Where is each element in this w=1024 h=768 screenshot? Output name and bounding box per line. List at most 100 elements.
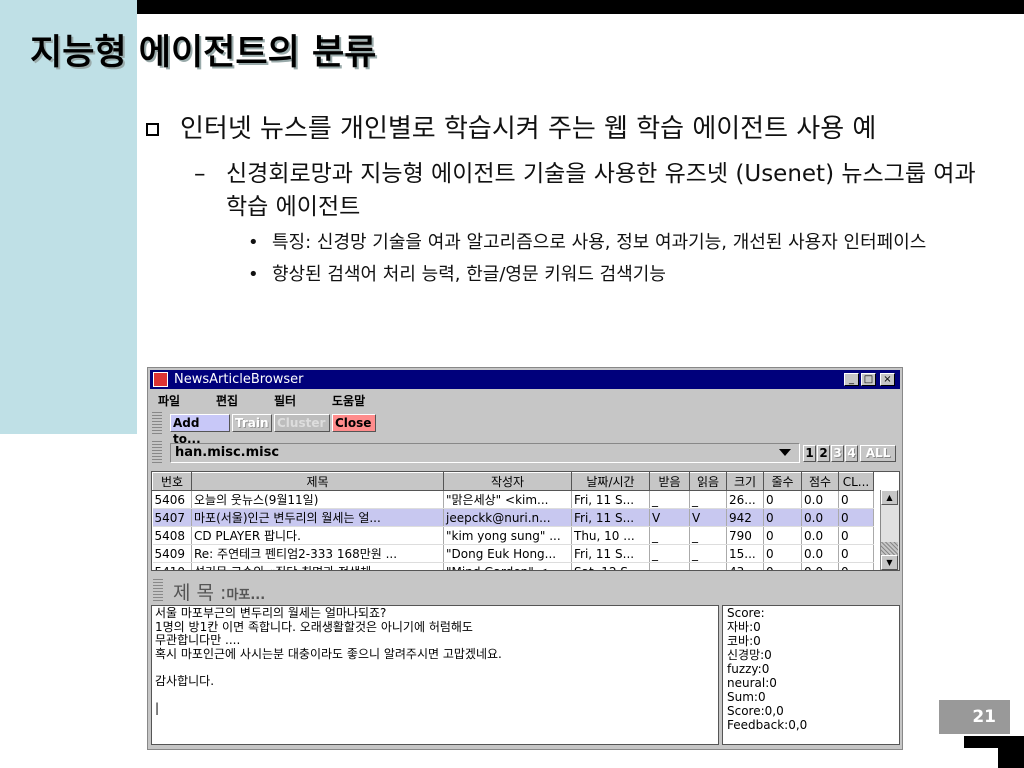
score-line: fuzzy:0 bbox=[727, 662, 770, 676]
table-cell: "Dong Euk Hong... bbox=[443, 544, 572, 563]
table-cell bbox=[649, 562, 690, 570]
article-body-line bbox=[155, 688, 715, 702]
menu-filter[interactable]: 필터 bbox=[274, 392, 296, 409]
column-header[interactable]: CL... bbox=[838, 472, 874, 491]
subject-label: 제 목 : bbox=[173, 582, 227, 604]
table-cell: 26... bbox=[726, 490, 764, 509]
table-cell: 43... bbox=[726, 562, 764, 570]
close-button[interactable]: Close bbox=[332, 414, 376, 432]
table-cell: 942 bbox=[726, 508, 764, 527]
cluster-button[interactable]: Cluster bbox=[274, 414, 330, 432]
article-body-textarea[interactable]: 서울 마포부근의 변두리의 월세는 얼마나되죠? 1명의 방1칸 이면 족합니다.… bbox=[151, 605, 719, 745]
scroll-up-icon[interactable]: ▲ bbox=[881, 490, 898, 505]
table-cell: 0 bbox=[838, 562, 874, 570]
column-header[interactable]: 줄수 bbox=[763, 472, 802, 491]
table-cell: 0.0 bbox=[801, 526, 839, 545]
table-cell: 0 bbox=[838, 508, 874, 527]
table-cell: 0 bbox=[838, 544, 874, 563]
column-header[interactable]: 제목 bbox=[191, 472, 444, 491]
scroll-down-icon[interactable]: ▼ bbox=[881, 555, 898, 570]
close-window-button[interactable]: × bbox=[880, 373, 895, 386]
window-title: NewsArticleBrowser bbox=[174, 372, 304, 387]
table-cell: _ bbox=[649, 490, 690, 509]
subject-value: 마포... bbox=[226, 588, 266, 603]
bullet-level3-text: 향상된 검색어 처리 능력, 한글/영문 키워드 검색기능 bbox=[272, 264, 666, 285]
page-button-1[interactable]: 1 bbox=[803, 445, 816, 462]
table-cell: 5409 bbox=[152, 544, 192, 563]
news-article-browser-window: NewsArticleBrowser _ □ × 파일 편집 필터 도움말 Ad… bbox=[147, 367, 903, 750]
bullet-level2-text: 신경회로망과 지능형 에이전트 기술을 사용한 유즈넷 (Usenet) 뉴스그… bbox=[226, 161, 976, 220]
newsgroup-select[interactable]: han.misc.misc bbox=[170, 443, 800, 463]
dropdown-arrow-icon[interactable] bbox=[779, 449, 791, 456]
menu-edit[interactable]: 편집 bbox=[216, 392, 238, 409]
dot-bullet-icon: • bbox=[248, 232, 259, 253]
table-cell: _ bbox=[689, 544, 727, 563]
table-cell bbox=[689, 562, 727, 570]
slide-top-bar bbox=[35, 0, 1024, 14]
column-header[interactable]: 날짜/시간 bbox=[571, 472, 650, 491]
table-cell: _ bbox=[689, 526, 727, 545]
page-button-3[interactable]: 3 bbox=[831, 445, 844, 462]
table-cell: _ bbox=[689, 490, 727, 509]
table-cell: 마포(서울)인근 변두리의 월세는 얼... bbox=[191, 508, 444, 527]
table-cell: V bbox=[649, 508, 690, 527]
dot-bullet-icon: • bbox=[248, 264, 259, 285]
bullet-level2: – 신경회로망과 지능형 에이전트 기술을 사용한 유즈넷 (Usenet) 뉴… bbox=[142, 158, 992, 224]
article-body-line: 1명의 방1칸 이면 족합니다. 오래생활할것은 아니기에 허럼해도 bbox=[155, 619, 473, 634]
table-row[interactable]: 5408 CD PLAYER 팝니다. "kim yong sung" ... Thu… bbox=[152, 526, 874, 545]
bullet-level1-text: 인터넷 뉴스를 개인별로 학습시켜 주는 웹 학습 에이전트 사용 예 bbox=[180, 114, 877, 144]
table-cell: jeepckk@nuri.n... bbox=[443, 508, 572, 527]
table-row[interactable]: 5406 오늘의 웃뉴스(9월11일) "맑은세상" <kim... Fri, 11 … bbox=[152, 490, 874, 509]
minimize-button[interactable]: _ bbox=[844, 373, 859, 386]
subject-field: 제 목 :마포... bbox=[173, 578, 265, 605]
slide-bullets: 인터넷 뉴스를 개인별로 학습시켜 주는 웹 학습 에이전트 사용 예 – 신경… bbox=[142, 110, 992, 288]
table-cell: "Mind Garden" <... bbox=[443, 562, 572, 570]
menu-help[interactable]: 도움말 bbox=[332, 392, 365, 409]
table-cell: "kim yong sung" ... bbox=[443, 526, 572, 545]
article-body-line bbox=[155, 661, 715, 675]
score-line: 자바:0 bbox=[727, 620, 761, 634]
table-cell: V bbox=[689, 508, 727, 527]
column-header[interactable]: 번호 bbox=[152, 472, 192, 491]
menu-bar: 파일 편집 필터 도움말 bbox=[150, 390, 900, 408]
toolbar-grip[interactable] bbox=[152, 412, 162, 434]
train-button[interactable]: Train bbox=[232, 414, 272, 432]
window-titlebar[interactable]: NewsArticleBrowser _ □ × bbox=[150, 370, 900, 389]
score-line: 신경망:0 bbox=[727, 648, 772, 662]
menu-file[interactable]: 파일 bbox=[158, 392, 180, 409]
bullet-level3-text: 특징: 신경망 기술을 여과 알고리즘으로 사용, 정보 여과기능, 개선된 사… bbox=[272, 232, 927, 253]
table-cell: Fri, 11 S... bbox=[571, 490, 650, 509]
newsgroup-grip[interactable] bbox=[152, 441, 162, 463]
table-cell: 0 bbox=[763, 544, 802, 563]
table-cell: 0 bbox=[838, 526, 874, 545]
dash-bullet-icon: – bbox=[194, 161, 206, 187]
table-row[interactable]: 5407 마포(서울)인근 변두리의 월세는 얼... jeepckk@nuri.n… bbox=[152, 508, 874, 527]
maximize-button[interactable]: □ bbox=[861, 373, 876, 386]
table-cell: 5407 bbox=[152, 508, 192, 527]
page-button-4[interactable]: 4 bbox=[845, 445, 858, 462]
column-header[interactable]: 받음 bbox=[649, 472, 690, 491]
add-to-button[interactable]: Add to... bbox=[170, 414, 230, 446]
table-cell: 5410 bbox=[152, 562, 192, 570]
page-button-2[interactable]: 2 bbox=[817, 445, 830, 462]
score-line: Feedback:0,0 bbox=[727, 718, 808, 732]
column-header[interactable]: 점수 bbox=[801, 472, 839, 491]
column-header[interactable]: 읽음 bbox=[689, 472, 727, 491]
score-line: Score: bbox=[727, 606, 765, 620]
table-header: 번호 제목 작성자 날짜/시간 받음 읽음 크기 줄수 점수 CL... bbox=[152, 472, 874, 491]
table-row[interactable]: 5410설기문 교수의 «집단 최면과 전생체..."Mind Garden" … bbox=[152, 562, 874, 570]
table-cell: 0.0 bbox=[801, 508, 839, 527]
table-scrollbar[interactable]: ▲ ▼ bbox=[880, 490, 899, 570]
table-cell: Re: 주연테크 펜티엄2-333 168만원 ... bbox=[191, 544, 444, 563]
table-cell: Thu, 10 ... bbox=[571, 526, 650, 545]
table-row[interactable]: 5409 Re: 주연테크 펜티엄2-333 168만원 ... "Dong Euk… bbox=[152, 544, 874, 563]
score-line: 코바:0 bbox=[727, 634, 761, 648]
scroll-thumb[interactable] bbox=[881, 542, 898, 555]
subject-grip[interactable] bbox=[153, 579, 163, 601]
column-header[interactable]: 크기 bbox=[726, 472, 764, 491]
column-header[interactable]: 작성자 bbox=[443, 472, 572, 491]
table-cell: 설기문 교수의 «집단 최면과 전생체... bbox=[191, 562, 444, 570]
slide-corner-block bbox=[998, 744, 1024, 768]
page-button-all[interactable]: ALL bbox=[860, 445, 896, 462]
bullet-level1: 인터넷 뉴스를 개인별로 학습시켜 주는 웹 학습 에이전트 사용 예 bbox=[142, 110, 992, 148]
